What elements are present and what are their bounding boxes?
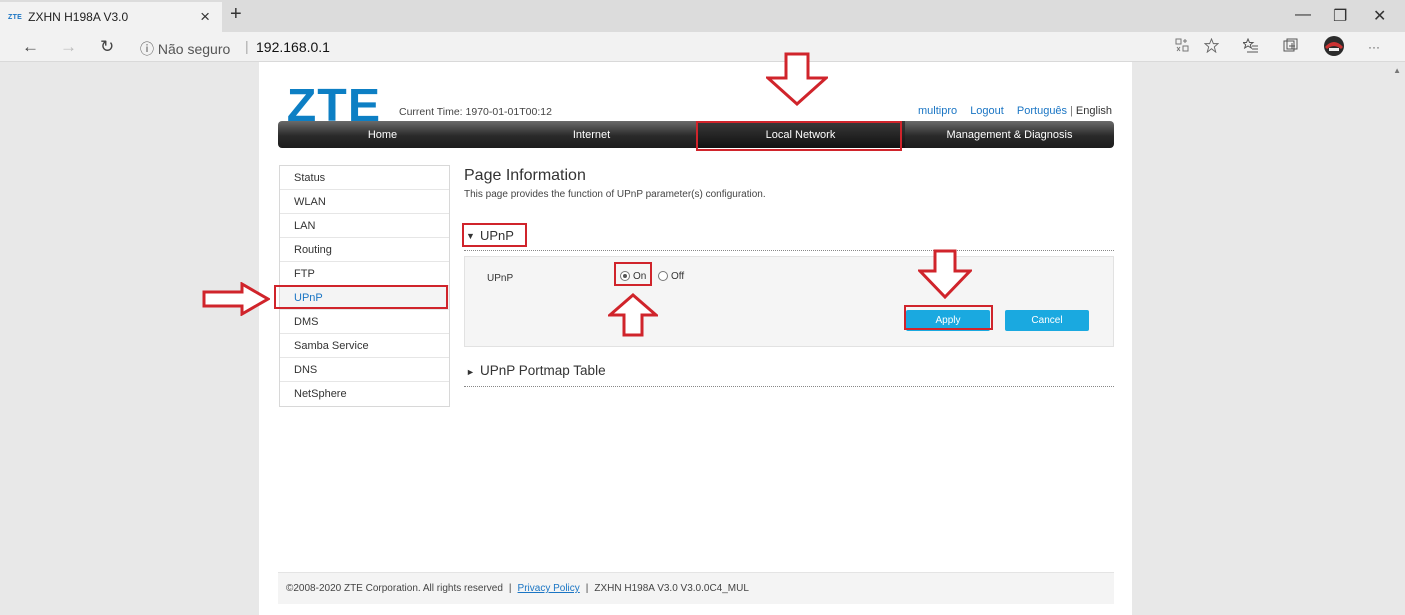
menu-internet[interactable]: Internet: [487, 121, 696, 148]
address-bar: ← → ↻ ⓘ Não seguro | 192.168.0.1 ···: [0, 32, 1405, 62]
privacy-policy-link[interactable]: Privacy Policy: [518, 583, 580, 594]
language-pt-link[interactable]: Português: [1017, 105, 1067, 117]
sidebar-item-upnp[interactable]: UPnP: [280, 286, 449, 310]
upnp-off-label[interactable]: Off: [671, 271, 684, 282]
expand-triangle-icon: ►: [466, 367, 475, 377]
current-time: Current Time: 1970-01-01T00:12: [399, 106, 552, 118]
browser-tabstrip: ZTE ZXHN H198A V3.0 × + — ❐ ✕: [0, 0, 1405, 32]
zte-favicon-icon: ZTE: [8, 13, 23, 21]
sidebar-item-netsphere[interactable]: NetSphere: [280, 382, 449, 406]
language-en-link[interactable]: English: [1076, 105, 1112, 117]
favorites-list-icon[interactable]: [1241, 37, 1259, 57]
footer-separator: |: [585, 583, 589, 594]
upnp-on-radio[interactable]: [620, 271, 630, 281]
upnp-on-label[interactable]: On: [633, 271, 646, 282]
main-content: Page Information This page provides the …: [464, 167, 1114, 387]
sidebar-item-ftp[interactable]: FTP: [280, 262, 449, 286]
minimize-icon[interactable]: —: [1295, 6, 1311, 24]
footer-separator: |: [508, 583, 512, 594]
cancel-button[interactable]: Cancel: [1005, 310, 1089, 331]
upnp-section-header[interactable]: ▼ UPnP: [464, 225, 1114, 251]
sidebar-item-wlan[interactable]: WLAN: [280, 190, 449, 214]
sidebar-item-dns[interactable]: DNS: [280, 358, 449, 382]
favorite-star-icon[interactable]: [1203, 37, 1220, 57]
router-page: ZTE Current Time: 1970-01-01T00:12 multi…: [259, 62, 1132, 615]
upnp-section-title: UPnP: [480, 228, 514, 243]
back-icon[interactable]: ←: [22, 37, 39, 57]
close-window-icon[interactable]: ✕: [1373, 6, 1386, 26]
upnp-off-radio[interactable]: [658, 271, 668, 281]
new-tab-button[interactable]: +: [230, 3, 242, 26]
collections-icon[interactable]: [1283, 38, 1298, 57]
security-indicator[interactable]: ⓘ Não seguro: [140, 39, 230, 59]
portmap-section-title: UPnP Portmap Table: [480, 363, 606, 378]
sidebar: Status WLAN LAN Routing FTP UPnP DMS Sam…: [279, 165, 450, 407]
forward-icon[interactable]: →: [60, 37, 77, 57]
page-title: Page Information: [464, 167, 586, 184]
browser-tab[interactable]: ZTE ZXHN H198A V3.0 ×: [0, 2, 222, 32]
apply-button[interactable]: Apply: [906, 310, 990, 331]
logout-link[interactable]: Logout: [970, 105, 1004, 117]
main-menu: Home Internet Local Network Management &…: [278, 121, 1114, 148]
menu-home[interactable]: Home: [278, 121, 487, 148]
page-footer: ©2008-2020 ZTE Corporation. All rights r…: [278, 572, 1114, 604]
sidebar-item-status[interactable]: Status: [280, 166, 449, 190]
sidebar-item-lan[interactable]: LAN: [280, 214, 449, 238]
restore-icon[interactable]: ❐: [1333, 6, 1347, 26]
more-menu-icon[interactable]: ···: [1368, 40, 1380, 54]
language-separator: |: [1070, 105, 1073, 117]
upnp-field-label: UPnP: [487, 273, 514, 284]
sidebar-item-dms[interactable]: DMS: [280, 310, 449, 334]
upnp-settings-panel: UPnP On Off Apply Cancel: [464, 256, 1114, 347]
url-separator: |: [245, 38, 249, 54]
scroll-up-icon[interactable]: ▲: [1393, 66, 1401, 75]
username-link[interactable]: multipro: [918, 105, 957, 117]
refresh-icon[interactable]: ↻: [100, 37, 114, 57]
tab-close-icon[interactable]: ×: [200, 7, 210, 27]
tab-title: ZXHN H198A V3.0: [28, 10, 129, 24]
header-links: multipro Logout Português | English: [908, 105, 1112, 117]
url-input[interactable]: 192.168.0.1: [256, 39, 330, 55]
menu-management-diagnosis[interactable]: Management & Diagnosis: [905, 121, 1114, 148]
sidebar-item-samba-service[interactable]: Samba Service: [280, 334, 449, 358]
profile-avatar-icon[interactable]: [1322, 35, 1346, 61]
translate-icon[interactable]: [1175, 38, 1189, 56]
menu-local-network[interactable]: Local Network: [696, 121, 905, 148]
sidebar-item-routing[interactable]: Routing: [280, 238, 449, 262]
firmware-version: ZXHN H198A V3.0 V3.0.0C4_MUL: [594, 583, 749, 594]
collapse-triangle-icon: ▼: [466, 231, 475, 241]
copyright-text: ©2008-2020 ZTE Corporation. All rights r…: [286, 583, 503, 594]
portmap-section-header[interactable]: ► UPnP Portmap Table: [464, 361, 1114, 387]
page-description: This page provides the function of UPnP …: [464, 189, 766, 200]
